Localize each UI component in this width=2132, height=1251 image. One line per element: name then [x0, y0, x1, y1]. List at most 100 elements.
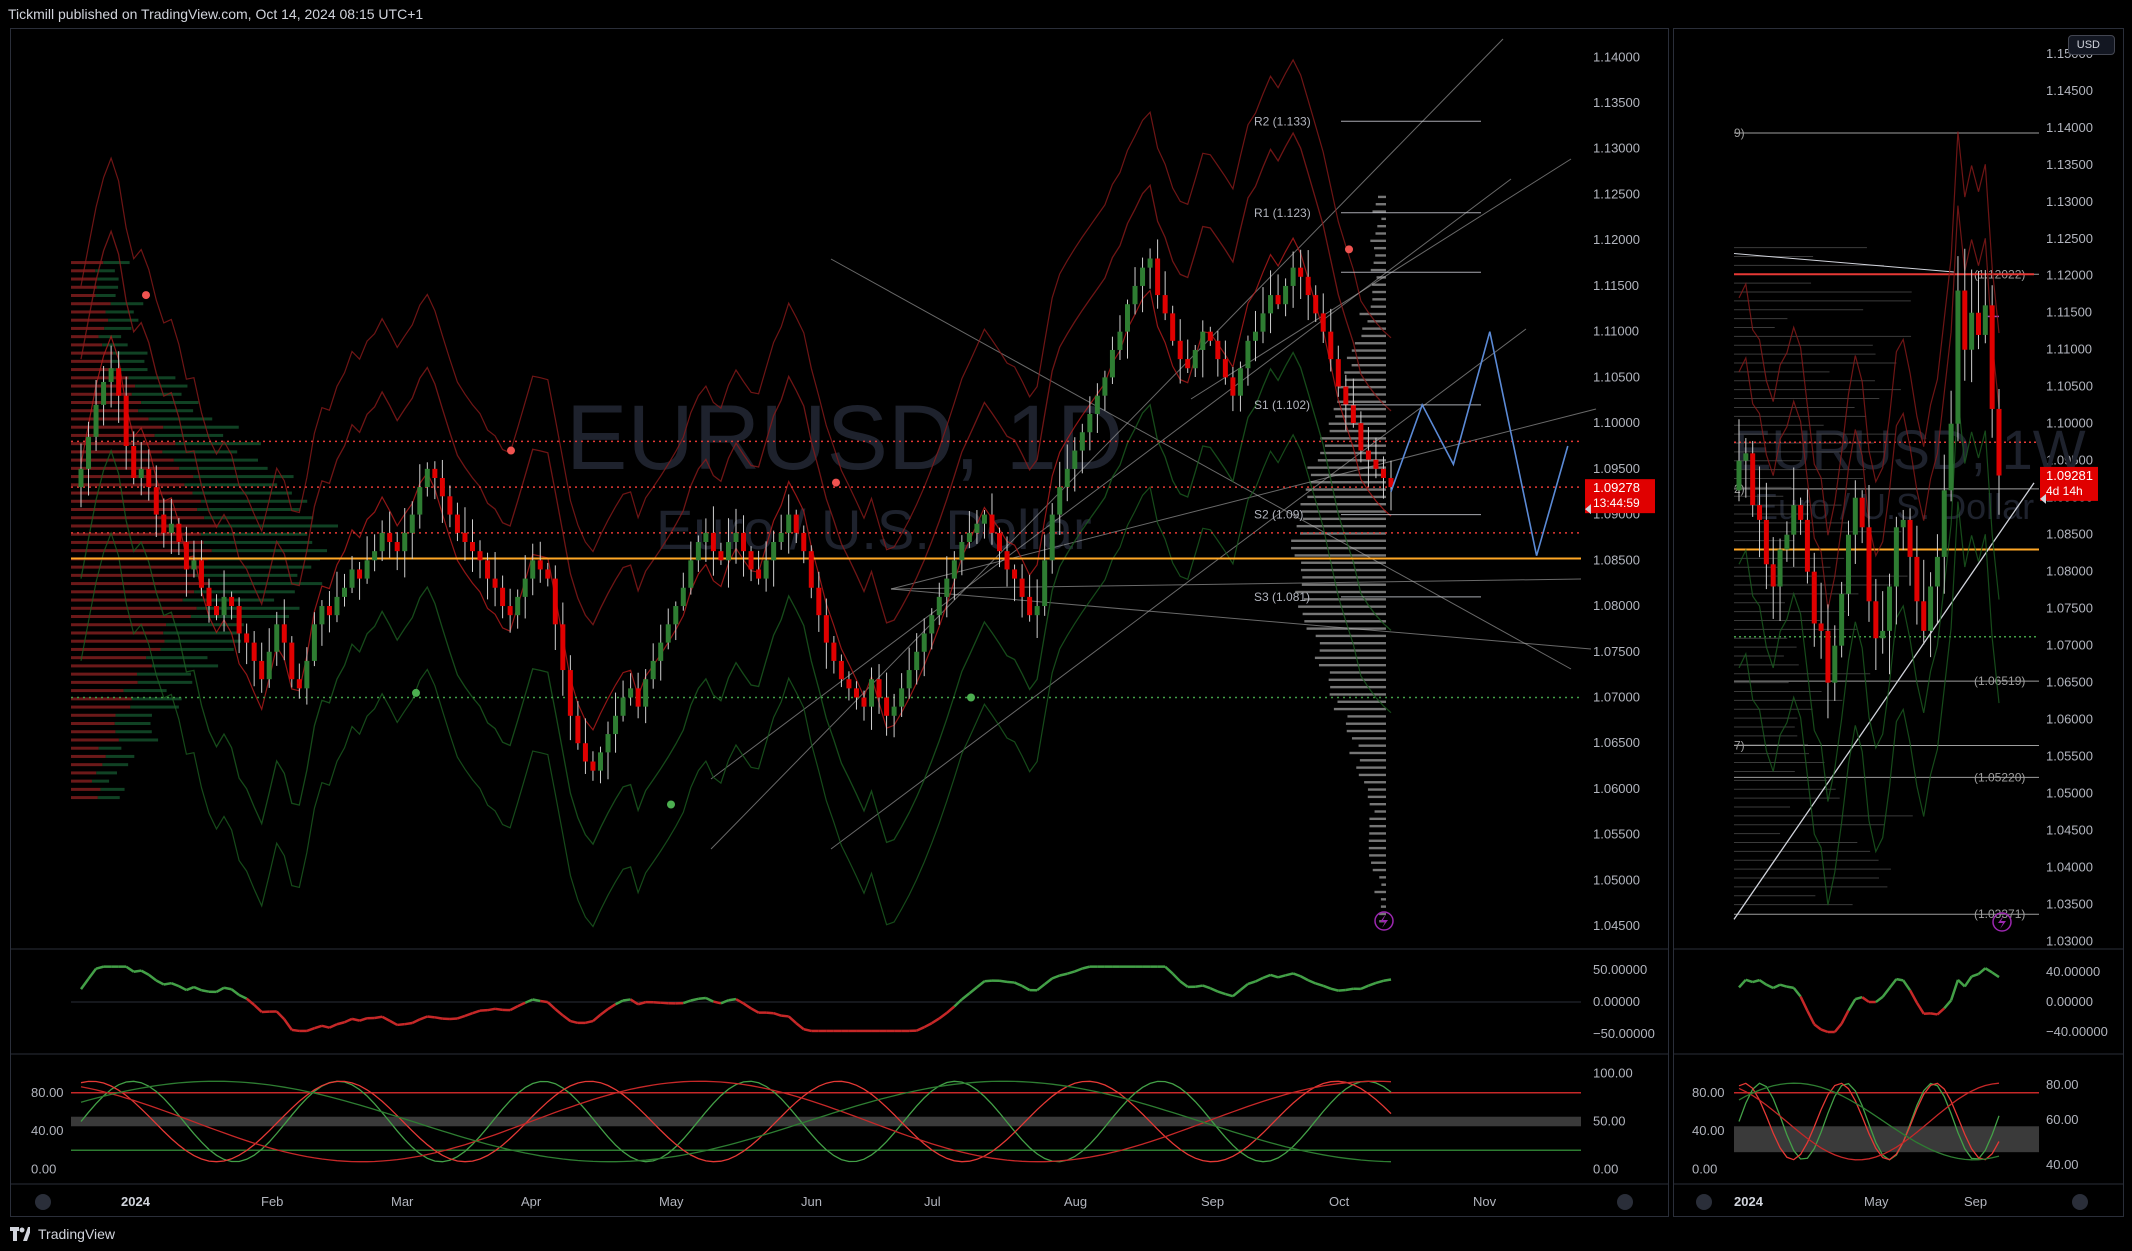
volume-profile-bar [1373, 261, 1386, 264]
osc-segment [690, 997, 699, 1002]
price-tick-label: 1.06500 [1593, 735, 1640, 750]
candle-body [590, 761, 596, 771]
signal-dot [142, 291, 150, 300]
candle-body [221, 596, 227, 616]
volume-profile-bar [71, 565, 204, 569]
osc-segment [1209, 987, 1219, 993]
osc-segment [773, 1012, 782, 1017]
level-label: (1.05220) [1974, 770, 2025, 784]
volume-profile-bar [71, 631, 164, 635]
osc-segment [1752, 978, 1760, 984]
candle-body [1750, 453, 1756, 506]
osc-segment [1806, 1010, 1816, 1025]
volume-profile-bar [1359, 759, 1386, 762]
time-tick-label: Aug [1064, 1194, 1087, 1209]
candle-body [628, 688, 634, 698]
candle-body [364, 560, 370, 579]
candle-body [522, 578, 528, 597]
osc-segment [1066, 970, 1076, 975]
candle-body [409, 514, 415, 533]
volume-profile-bar [71, 359, 112, 363]
auto-scale-icon [1617, 1194, 1633, 1210]
volume-profile-bar [118, 738, 159, 742]
osc-segment [464, 1011, 473, 1018]
candle-body [469, 542, 475, 552]
osc-segment [343, 1017, 353, 1024]
candle-body [176, 523, 182, 543]
volume-profile-bar [1372, 290, 1386, 294]
candle-body [1230, 377, 1236, 396]
volume-profile-bar [1300, 503, 1386, 506]
candle-body [432, 468, 438, 478]
candle-body [1934, 556, 1940, 587]
osc-segment [916, 1026, 925, 1032]
candle-body [763, 560, 769, 579]
time-tick-label: Feb [261, 1194, 283, 1209]
osc-segment [1232, 989, 1242, 998]
volume-profile-bar [98, 335, 122, 339]
osc-segment [404, 1021, 413, 1026]
candle-body [725, 542, 731, 561]
osc-segment [1854, 995, 1863, 1001]
osc-segment [938, 1011, 948, 1020]
candle-body [387, 532, 393, 543]
candle-body [1237, 368, 1243, 396]
time-tick-label: Apr [521, 1194, 542, 1209]
osc-segment [1984, 967, 1993, 974]
bottom-bar: TradingView [0, 1218, 2132, 1251]
volume-profile-bar [71, 310, 106, 314]
countdown-label: 4d 14h [2046, 484, 2083, 498]
candle-body [1900, 519, 1906, 528]
osc-segment [1338, 988, 1346, 992]
volume-profile-bar [71, 606, 197, 610]
price-tick-label: 1.03000 [2046, 934, 2093, 949]
osc-segment [735, 998, 745, 1005]
candle-body [146, 468, 152, 488]
daily-chart[interactable]: 1.14000 1.13500 1.13000 1.12500 1.12000 1.115… [11, 29, 1668, 1216]
osc-segment [359, 1017, 368, 1022]
pivot-label: R2 (1.133) [1254, 114, 1311, 128]
volume-profile-bar [71, 549, 212, 553]
osc-segment [961, 992, 971, 1001]
candle-body [454, 514, 460, 533]
tradingview-logo[interactable]: TradingView [10, 1226, 115, 1242]
candle-body [1845, 534, 1851, 594]
volume-profile-bar [98, 746, 122, 750]
osc-tick-label: 0.00000 [1593, 994, 1640, 1009]
candle-body [274, 624, 280, 652]
weekly-chart[interactable]: 1.150001.145001.140001.135001.130001.125… [1674, 29, 2123, 1216]
osc-segment [517, 1001, 526, 1008]
currency-selector[interactable]: USD [2067, 35, 2115, 55]
candle-body [1034, 606, 1040, 616]
volume-profile-bar [71, 689, 124, 693]
candle-body [1124, 304, 1130, 332]
volume-profile-bar [1374, 810, 1386, 813]
price-tick-label: 1.11500 [2046, 305, 2092, 320]
osc-segment [1745, 978, 1754, 984]
osc-segment [554, 1008, 564, 1017]
volume-profile-bar [115, 713, 152, 717]
osc-segment [1345, 987, 1354, 992]
daily-chart-panel[interactable]: 1.14000 1.13500 1.13000 1.12500 1.12000 1.115… [10, 28, 1669, 1217]
osc-segment [1043, 977, 1053, 986]
candle-body [808, 551, 814, 588]
last-price-label: 1.09281 [2046, 468, 2093, 483]
candle-body [311, 624, 317, 661]
candle-body [507, 606, 513, 616]
volume-profile-bar [1372, 298, 1386, 301]
volume-profile-bar [1305, 488, 1386, 491]
osc-segment [532, 998, 541, 1003]
volume-profile-bar [71, 483, 185, 487]
candle-body [605, 734, 611, 753]
time-tick-label: May [1864, 1194, 1889, 1209]
weekly-chart-panel[interactable]: 1.150001.145001.140001.135001.130001.125… [1673, 28, 2124, 1217]
price-tick-label: 1.11000 [2046, 342, 2092, 357]
candle-body [1880, 630, 1886, 639]
volume-profile-bar [1369, 817, 1386, 821]
volume-profile-bar [1354, 342, 1386, 345]
volume-profile-bar [184, 483, 278, 487]
volume-profile-bar [1301, 583, 1386, 586]
osc-segment [720, 999, 729, 1005]
volume-profile-bar [105, 754, 135, 758]
candle-body [266, 651, 272, 680]
